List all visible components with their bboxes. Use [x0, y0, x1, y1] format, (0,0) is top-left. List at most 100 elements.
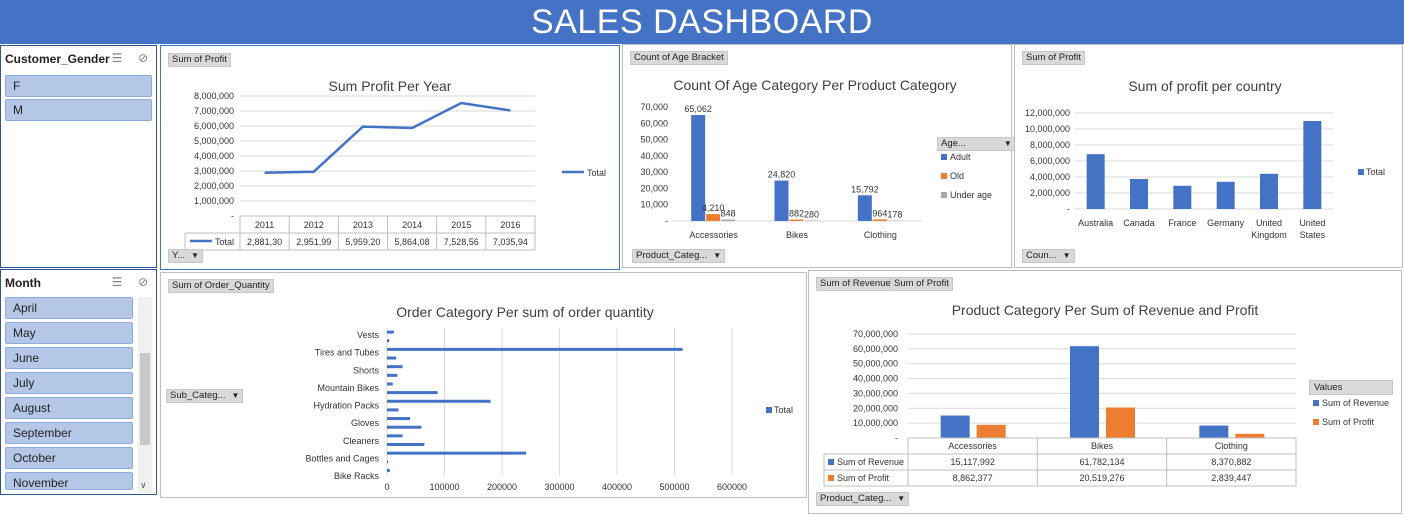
x-tick-label: Kingdom: [1251, 230, 1287, 240]
y-category-label: Bottles and Cages: [305, 453, 379, 463]
bar-country: [1303, 121, 1322, 209]
bar-subcategory: [387, 330, 394, 334]
bar-country: [1086, 154, 1105, 209]
x-tick-label: States: [1300, 230, 1326, 240]
y-tick-label: 4,000,000: [194, 151, 234, 161]
bar-old: [706, 214, 721, 221]
y-tick-label: 40,000,000: [853, 374, 898, 384]
table-legend-key: [828, 475, 834, 481]
product-category-dropdown-rev[interactable]: Product_Categ... ▼: [816, 492, 910, 506]
month-item-may[interactable]: May: [5, 322, 133, 344]
legend-label: Under age: [950, 190, 992, 200]
month-item-june[interactable]: June: [5, 347, 133, 369]
y-tick-label: 40,000: [640, 151, 668, 161]
bar-subcategory: [387, 339, 390, 343]
scroll-thumb[interactable]: [140, 353, 150, 445]
bar-subcategory: [387, 451, 527, 455]
gender-slicer[interactable]: Customer_Gender ☰ ⊘ F M: [0, 45, 157, 268]
x-tick-label: Germany: [1207, 218, 1245, 228]
y-tick-label: -: [665, 216, 668, 226]
y-tick-label: 6,000,000: [194, 121, 234, 131]
dropdown-arrow-icon: ▼: [231, 391, 240, 400]
y-tick-label: 10,000,000: [853, 418, 898, 428]
x-tick-label: 0: [384, 482, 389, 492]
bar-subcategory: [387, 417, 410, 421]
table-value: 20,519,276: [1079, 473, 1124, 483]
month-item-july[interactable]: July: [5, 372, 133, 394]
x-tick-label: 200000: [487, 482, 517, 492]
x-tick-label: Clothing: [864, 230, 897, 240]
x-tick-label: Accessories: [689, 230, 738, 240]
data-label: 15,792: [851, 184, 879, 194]
month-item-september[interactable]: September: [5, 422, 133, 444]
month-item-november[interactable]: November: [5, 472, 133, 490]
legend-key-under-age: [941, 192, 947, 198]
x-tick-label: United: [1256, 218, 1282, 228]
gender-item-f[interactable]: F: [5, 75, 152, 97]
y-category-label: Mountain Bikes: [317, 383, 379, 393]
product-category-dropdown-age[interactable]: Product_Categ... ▼: [632, 249, 726, 263]
bar-subcategory: [387, 399, 491, 403]
bar-subcategory: [387, 460, 389, 464]
x-tick-label: Australia: [1078, 218, 1113, 228]
profit-country-chart: - 2,000,000 4,000,000 6,000,000 8,000,000 10,…: [1025, 108, 1385, 240]
year-dropdown[interactable]: Y... ▼: [168, 249, 203, 263]
table-value: 5,864,08: [395, 237, 430, 247]
data-label: 178: [887, 210, 902, 220]
sub-category-dropdown[interactable]: Sub_Categ... ▼: [166, 389, 244, 403]
month-scrollbar[interactable]: ∨: [138, 297, 152, 493]
clear-filter-icon[interactable]: ⊘: [135, 275, 151, 289]
multi-select-icon[interactable]: ☰: [109, 51, 125, 65]
x-tick-label: 2016: [500, 220, 520, 230]
legend-label: Adult: [950, 152, 971, 162]
table-value: 5,959,20: [345, 237, 380, 247]
dropdown-arrow-icon: ▼: [713, 251, 722, 260]
table-series-label: Sum of Revenue: [837, 457, 904, 467]
table-value: 8,370,882: [1211, 457, 1251, 467]
bar-old: [789, 219, 804, 221]
legend-key-old: [941, 173, 947, 179]
country-dropdown[interactable]: Coun... ▼: [1022, 249, 1075, 263]
month-slicer[interactable]: Month ☰ ⊘ April May June July August Sep…: [0, 269, 157, 495]
y-tick-label: 20,000: [640, 183, 668, 193]
table-series-label: Total: [215, 237, 234, 247]
table-value: 7,528,56: [444, 237, 479, 247]
bar-adult: [774, 180, 789, 221]
title-banner: SALES DASHBOARD: [0, 0, 1404, 44]
gender-item-m[interactable]: M: [5, 99, 152, 121]
clear-filter-icon[interactable]: ⊘: [135, 51, 151, 65]
x-tick-label: 500000: [659, 482, 689, 492]
month-item-october[interactable]: October: [5, 447, 133, 469]
bar-sum-of-profit: [1235, 433, 1265, 438]
multi-select-icon[interactable]: ☰: [109, 275, 125, 289]
bar-subcategory: [387, 356, 397, 360]
dropdown-arrow-icon: ▼: [1003, 139, 1012, 148]
bar-under-age: [721, 219, 736, 221]
month-item-april[interactable]: April: [5, 297, 133, 319]
y-category-label: Shorts: [353, 365, 380, 375]
bar-country: [1216, 181, 1235, 209]
month-slicer-title: Month: [5, 276, 41, 290]
x-tick-label: 2015: [451, 220, 471, 230]
values-legend-header[interactable]: Values: [1309, 380, 1393, 395]
table-value: 61,782,134: [1079, 457, 1124, 467]
y-tick-label: 70,000: [640, 102, 668, 112]
y-tick-label: 30,000,000: [853, 388, 898, 398]
data-label: 65,062: [684, 104, 712, 114]
legend-label-total: Total: [1366, 167, 1385, 177]
y-category-label: Cleaners: [343, 436, 380, 446]
scroll-down-icon[interactable]: ∨: [140, 480, 147, 491]
table-value: 2,951,99: [296, 237, 331, 247]
bar-adult: [857, 195, 872, 221]
y-tick-label: 10,000: [640, 200, 668, 210]
bar-subcategory: [387, 434, 403, 438]
x-tick-label: United: [1299, 218, 1325, 228]
bar-subcategory: [387, 382, 393, 386]
y-tick-label: 12,000,000: [1025, 108, 1070, 118]
x-tick-label: Clothing: [1215, 441, 1248, 451]
legend-label-total: Total: [587, 168, 606, 178]
legend-key-total: [766, 407, 772, 413]
legend-key-total: [1358, 169, 1364, 175]
month-item-august[interactable]: August: [5, 397, 133, 419]
x-tick-label: Canada: [1123, 218, 1155, 228]
